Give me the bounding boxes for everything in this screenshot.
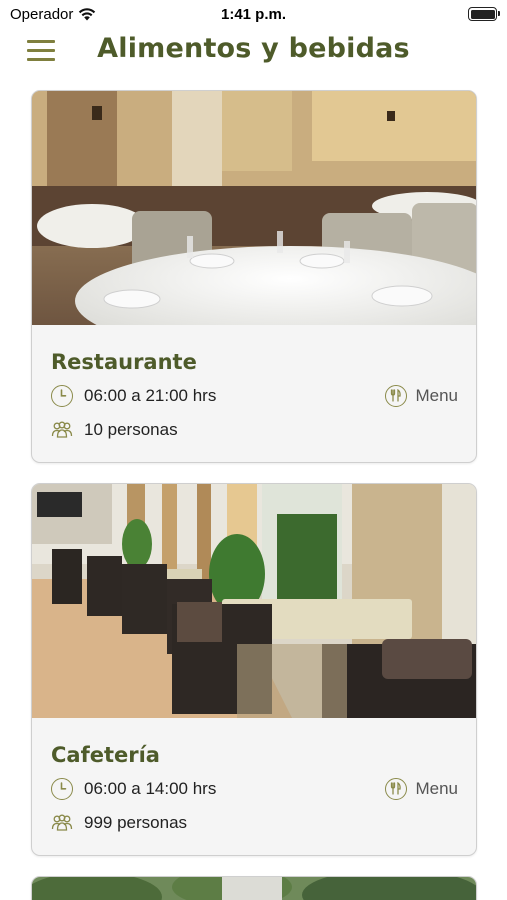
status-bar: Operador 1:41 p.m. [0, 0, 507, 28]
people-icon [51, 421, 73, 438]
carrier-label: Operador [10, 5, 74, 23]
clock-icon [51, 778, 73, 800]
capacity-text: 10 personas [84, 420, 178, 439]
menu-button[interactable]: Menu [385, 385, 458, 407]
venue-card[interactable]: Cafetería 06:00 a 14:00 hrs Menu 999 per… [31, 483, 477, 856]
hours-text: 06:00 a 21:00 hrs [84, 386, 217, 405]
venue-photo [32, 484, 476, 718]
venue-name: Restaurante [51, 350, 197, 374]
venue-capacity: 999 personas [51, 813, 187, 833]
venue-details: Cafetería 06:00 a 14:00 hrs Menu 999 per… [32, 718, 476, 855]
cutlery-icon [385, 385, 408, 407]
venue-hours: 06:00 a 21:00 hrs [51, 385, 216, 407]
hours-text: 06:00 a 14:00 hrs [84, 779, 217, 798]
venue-card[interactable]: Restaurante 06:00 a 21:00 hrs Menu 10 pe… [31, 90, 477, 463]
venue-capacity: 10 personas [51, 420, 178, 440]
venue-photo [32, 877, 476, 900]
cutlery-icon [385, 778, 408, 800]
carrier-info: Operador [10, 6, 96, 23]
venue-photo [32, 91, 476, 325]
venue-details: Restaurante 06:00 a 21:00 hrs Menu 10 pe… [32, 325, 476, 462]
venue-photo-partial [32, 877, 476, 900]
people-icon [51, 814, 73, 831]
venue-name: Cafetería [51, 743, 160, 767]
clock-icon [51, 385, 73, 407]
cafeteria-photo [32, 484, 476, 718]
header: Alimentos y bebidas [0, 28, 507, 76]
menu-label: Menu [415, 386, 458, 405]
battery-icon [468, 7, 500, 21]
wifi-icon [79, 8, 96, 21]
page-title: Alimentos y bebidas [97, 33, 410, 64]
battery-fill [470, 9, 495, 19]
menu-label: Menu [415, 779, 458, 798]
venue-card[interactable] [31, 876, 477, 900]
menu-button[interactable]: Menu [385, 778, 458, 800]
capacity-text: 999 personas [84, 813, 188, 832]
venue-hours: 06:00 a 14:00 hrs [51, 778, 216, 800]
restaurant-photo [32, 91, 476, 325]
